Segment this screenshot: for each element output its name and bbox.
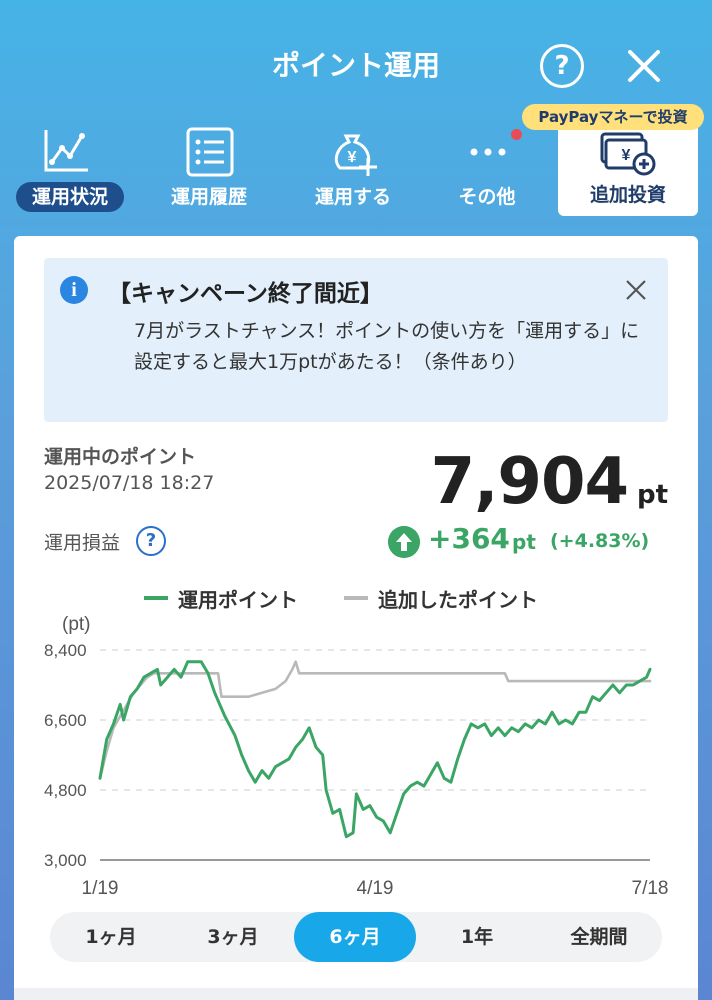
period-6-months[interactable]: 6ヶ月 bbox=[294, 912, 416, 962]
y-tick-label: 4,800 bbox=[44, 781, 87, 800]
points-value: 7,904 bbox=[430, 445, 629, 519]
y-tick-label: 6,600 bbox=[44, 711, 87, 730]
period-selector: 1ヶ月 3ヶ月 6ヶ月 1年 全期間 bbox=[50, 912, 662, 962]
legend-swatch bbox=[144, 596, 168, 600]
nav-item-other[interactable]: その他 bbox=[422, 124, 552, 220]
paypay-badge: PayPayマネーで投資 bbox=[522, 104, 704, 130]
y-tick-label: 3,000 bbox=[44, 851, 87, 870]
notification-dot bbox=[511, 129, 522, 140]
yen-bill-plus-icon: ¥ bbox=[600, 132, 656, 176]
nav-item-invest[interactable]: ¥ 運用する bbox=[288, 124, 418, 220]
nav-label-invest: 運用する bbox=[314, 186, 391, 208]
info-icon: i bbox=[60, 276, 88, 304]
points-unit: pt bbox=[636, 480, 668, 510]
list-icon bbox=[186, 127, 234, 177]
nav-label-history: 運用履歴 bbox=[170, 186, 247, 208]
add-investment-label: 追加投資 bbox=[589, 184, 666, 206]
profit-loss-help-button[interactable]: ? bbox=[136, 526, 166, 556]
help-button[interactable]: ? bbox=[540, 44, 584, 88]
period-1-month[interactable]: 1ヶ月 bbox=[50, 912, 172, 962]
series-line-operating-points bbox=[98, 660, 652, 839]
svg-text:¥: ¥ bbox=[348, 149, 357, 166]
x-tick-label: 1/19 bbox=[82, 878, 119, 896]
period-3-months[interactable]: 3ヶ月 bbox=[172, 912, 294, 962]
legend-swatch bbox=[344, 596, 368, 600]
y-tick-label: 8,400 bbox=[44, 641, 87, 660]
nav-label-status: 運用状況 bbox=[16, 182, 124, 212]
add-investment-button[interactable]: ¥ 追加投資 bbox=[558, 122, 698, 216]
app-header: ポイント運用 ? bbox=[0, 0, 712, 120]
nav-item-status[interactable]: 運用状況 bbox=[0, 124, 130, 220]
close-icon[interactable] bbox=[622, 44, 666, 88]
more-dots-icon bbox=[470, 148, 506, 156]
nav-item-history[interactable]: 運用履歴 bbox=[144, 124, 274, 220]
notice-title: 【キャンペーン終了間近】 bbox=[108, 281, 383, 307]
period-all[interactable]: 全期間 bbox=[538, 912, 660, 962]
campaign-notice: i 【キャンペーン終了間近】 7月がラストチャンス！ポイントの使い方を「運用する… bbox=[44, 258, 668, 422]
main-card: i 【キャンペーン終了間近】 7月がラストチャンス！ポイントの使い方を「運用する… bbox=[14, 236, 698, 1000]
profit-loss-value: +364 bbox=[428, 522, 510, 555]
nav-label-other: その他 bbox=[458, 186, 516, 208]
points-label: 運用中のポイント bbox=[44, 446, 197, 468]
x-tick-label: 4/19 bbox=[357, 878, 394, 896]
x-tick-label: 7/18 bbox=[632, 878, 669, 896]
line-chart-icon bbox=[44, 130, 88, 172]
bottom-divider bbox=[14, 988, 698, 1000]
profit-loss-unit: pt bbox=[512, 530, 536, 554]
period-1-year[interactable]: 1年 bbox=[416, 912, 538, 962]
close-icon[interactable] bbox=[624, 278, 648, 302]
profit-loss-label: 運用損益 bbox=[44, 532, 121, 554]
svg-text:¥: ¥ bbox=[622, 147, 631, 164]
y-axis-label: (pt) bbox=[62, 614, 91, 635]
money-bag-plus-icon: ¥ bbox=[334, 134, 377, 176]
arrow-up-icon bbox=[388, 526, 420, 558]
page-title: ポイント運用 bbox=[271, 49, 440, 82]
points-date: 2025/07/18 18:27 bbox=[44, 472, 215, 494]
notice-body: 7月がラストチャンス！ポイントの使い方を「運用する」に設定すると最大1万ptがあ… bbox=[134, 320, 640, 373]
points-chart: (pt) 3,000 4,800 6,600 8,400 1/19 4/19 7/18 bbox=[44, 614, 669, 896]
profit-loss-percent: (+4.83%) bbox=[550, 530, 650, 552]
